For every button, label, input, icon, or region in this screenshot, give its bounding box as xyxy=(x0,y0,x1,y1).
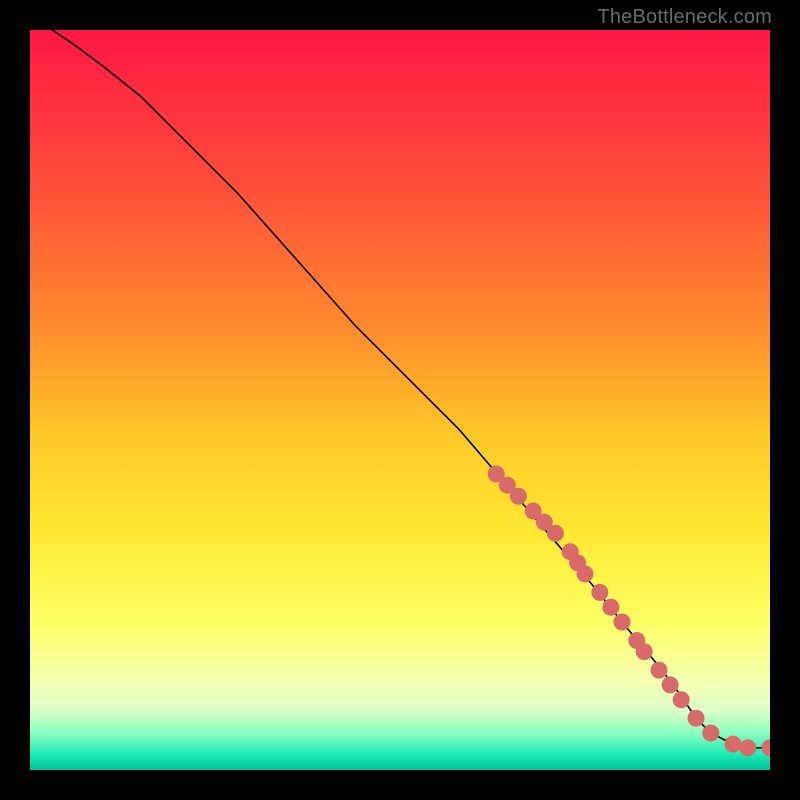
data-point xyxy=(614,614,631,631)
plot-area xyxy=(30,30,770,770)
data-point xyxy=(688,710,705,727)
data-point xyxy=(602,599,619,616)
data-point xyxy=(739,739,756,756)
data-point xyxy=(510,488,527,505)
data-point xyxy=(636,643,653,660)
watermark-text: TheBottleneck.com xyxy=(597,6,772,29)
gradient-background xyxy=(30,30,770,770)
data-point xyxy=(702,725,719,742)
data-point xyxy=(673,691,690,708)
data-point xyxy=(725,736,742,753)
chart-stage: TheBottleneck.com xyxy=(0,0,800,800)
chart-svg xyxy=(30,30,770,770)
data-point xyxy=(577,565,594,582)
data-point xyxy=(651,662,668,679)
data-point xyxy=(591,584,608,601)
data-point xyxy=(547,525,564,542)
data-point xyxy=(662,676,679,693)
